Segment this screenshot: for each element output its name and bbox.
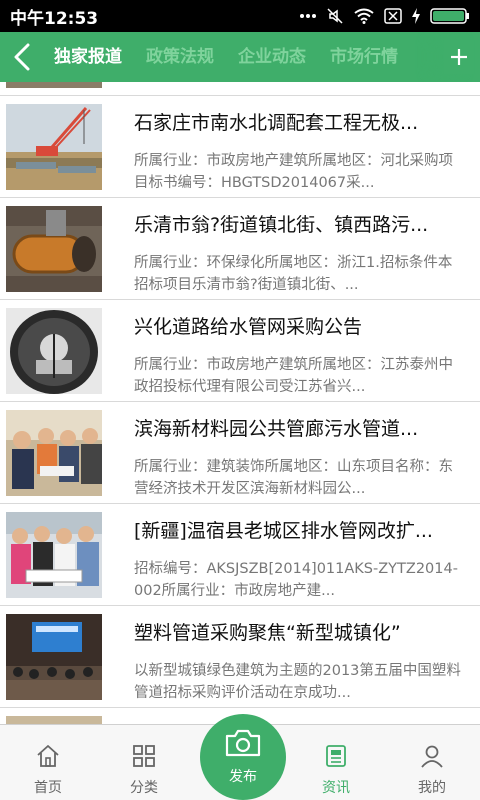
news-summary: 所属行业：环保绿化所属地区：浙江1.招标条件本招标项目乐清市翁?街道镇北街、..… (134, 255, 453, 293)
add-tab-button[interactable] (444, 40, 474, 74)
news-title: [新疆]温宿县老城区排水管网改扩... (134, 520, 433, 542)
publish-label: 发布 (229, 769, 257, 785)
nav-mine[interactable]: 我的 (384, 725, 480, 800)
news-thumbnail (6, 512, 102, 598)
tab-policy-regulations[interactable]: 政策法规 (134, 32, 226, 82)
charging-icon (412, 8, 420, 24)
status-icons (300, 7, 470, 25)
status-time: 中午12:53 (10, 8, 99, 29)
news-item[interactable]: 石家庄市南水北调配套工程无极... 所属行业：市政房地产建筑所属地区：河北采购项… (0, 96, 480, 198)
news-item[interactable]: 乐清市翁?街道镇北街、镇西路污... 所属行业：环保绿化所属地区：浙江1.招标条… (0, 198, 480, 300)
news-summary: 以新型城镇绿色建筑为主题的2013第五届中国塑料管道招标采购评价活动在京成功..… (134, 663, 461, 701)
category-tab-bar: 独家报道 政策法规 企业动态 市场行情 (0, 32, 480, 82)
news-item[interactable]: 兴化道路给水管网采购公告 所属行业：市政房地产建筑所属地区：江苏泰州中政招投标代… (0, 300, 480, 402)
news-thumbnail (6, 410, 102, 496)
nav-news[interactable]: 资讯 (288, 725, 384, 800)
news-item[interactable] (0, 82, 480, 96)
battery-icon (430, 7, 470, 25)
nav-category[interactable]: 分类 (96, 725, 192, 800)
news-thumbnail (6, 308, 102, 394)
nav-news-label: 资讯 (322, 780, 350, 796)
news-summary: 所属行业：建筑装饰所属地区：山东项目名称：东营经济技术开发区滨海新材料园公... (134, 459, 453, 497)
mute-icon (326, 7, 344, 25)
grid-icon (131, 741, 157, 771)
news-thumbnail (6, 104, 102, 190)
plus-icon (451, 49, 467, 65)
back-button[interactable] (6, 40, 38, 74)
no-sim-icon (384, 8, 402, 24)
tabs: 独家报道 政策法规 企业动态 市场行情 (42, 32, 442, 82)
news-title: 石家庄市南水北调配套工程无极... (134, 112, 419, 134)
news-summary: 所属行业：市政房地产建筑所属地区：河北采购项目标书编号：HBGTSD201406… (134, 153, 453, 191)
news-item[interactable]: 塑料管道采购聚焦“新型城镇化” 以新型城镇绿色建筑为主题的2013第五届中国塑料… (0, 606, 480, 708)
news-title: 兴化道路给水管网采购公告 (134, 316, 363, 338)
status-bar: 中午12:53 (0, 0, 480, 32)
news-thumbnail (6, 82, 102, 88)
user-icon (419, 741, 445, 771)
news-item[interactable]: 滨海新材料园公共管廊污水管道... 所属行业：建筑装饰所属地区：山东项目名称：东… (0, 402, 480, 504)
news-thumbnail (6, 614, 102, 700)
news-title: 塑料管道采购聚焦“新型城镇化” (134, 622, 401, 644)
news-thumbnail (6, 716, 102, 724)
news-summary: 所属行业：市政房地产建筑所属地区：江苏泰州中政招投标代理有限公司受江苏省兴... (134, 357, 453, 395)
tab-company-news[interactable]: 企业动态 (226, 32, 318, 82)
nav-home[interactable]: 首页 (0, 725, 96, 800)
back-arrow-icon (14, 43, 30, 71)
publish-button[interactable]: 发布 (200, 714, 286, 800)
more-dots-icon (300, 13, 316, 19)
camera-icon (223, 728, 263, 762)
home-icon (35, 741, 61, 771)
news-item[interactable]: [新疆]温宿县老城区排水管网改扩... 招标编号：AKSJSZB[2014]01… (0, 504, 480, 606)
wifi-icon (354, 8, 374, 24)
news-thumbnail (6, 206, 102, 292)
tab-market-trends[interactable]: 市场行情 (318, 32, 410, 82)
news-list: 石家庄市南水北调配套工程无极... 所属行业：市政房地产建筑所属地区：河北采购项… (0, 82, 480, 724)
news-title: 乐清市翁?街道镇北街、镇西路污... (134, 214, 429, 236)
nav-mine-label: 我的 (418, 780, 446, 796)
news-doc-icon (323, 741, 349, 771)
news-summary: 招标编号：AKSJSZB[2014]011AKS-ZYTZ2014-002所属行… (134, 561, 458, 599)
news-title: 滨海新材料园公共管廊污水管道... (134, 418, 419, 440)
tab-exclusive-report[interactable]: 独家报道 (42, 32, 134, 82)
nav-home-label: 首页 (34, 780, 62, 796)
nav-category-label: 分类 (130, 780, 158, 796)
